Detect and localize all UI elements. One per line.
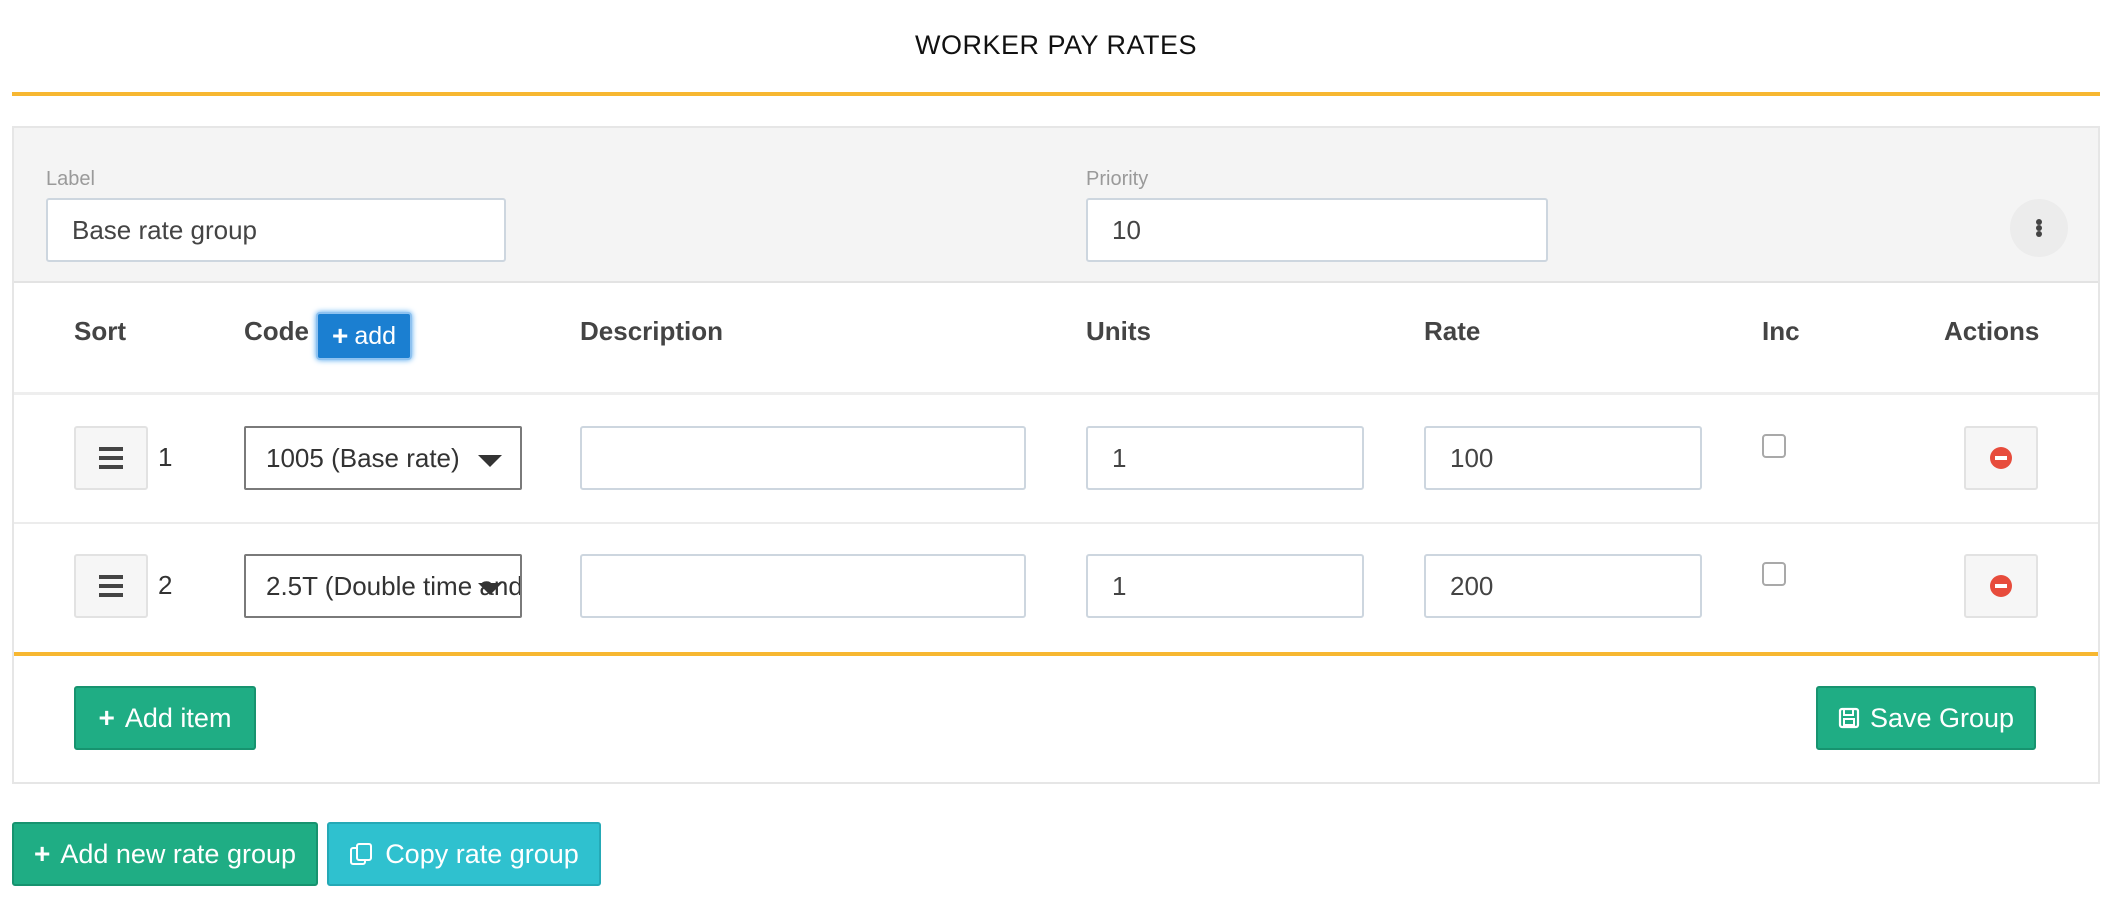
rate-group-panel: Label Priority Sort Code + add Descripti… <box>12 126 2100 784</box>
column-header-rate: Rate <box>1424 316 1481 346</box>
column-header-units: Units <box>1086 316 1151 346</box>
kebab-vertical-icon <box>2036 219 2042 237</box>
remove-row-button[interactable] <box>1964 554 2038 618</box>
add-code-label: add <box>354 321 397 350</box>
priority-input[interactable] <box>1086 198 1548 262</box>
items-footer-divider <box>14 652 2098 656</box>
add-item-label: Add item <box>124 702 232 733</box>
units-input[interactable] <box>1086 426 1364 490</box>
code-select[interactable]: 2.5T (Double time and a half) <box>244 554 522 618</box>
remove-row-button[interactable] <box>1964 426 2038 490</box>
rate-input[interactable] <box>1424 554 1702 618</box>
label-caption: Label <box>46 168 95 190</box>
code-select[interactable]: 1005 (Base rate) <box>244 426 522 490</box>
hamburger-icon <box>99 575 123 597</box>
column-header-sort: Sort <box>74 316 126 346</box>
row-sort-number: 1 <box>158 442 173 472</box>
description-input[interactable] <box>580 554 1026 618</box>
plus-icon: + <box>98 702 115 733</box>
row-sort-number: 2 <box>158 570 173 600</box>
inc-checkbox[interactable] <box>1762 562 1786 586</box>
row-divider <box>14 522 2098 524</box>
priority-caption: Priority <box>1086 168 1149 190</box>
copy-icon <box>350 843 373 865</box>
title-divider <box>12 92 2100 96</box>
row-drag-handle[interactable] <box>74 554 148 618</box>
add-code-button[interactable]: + add <box>316 312 412 360</box>
minus-circle-icon <box>1990 575 2012 597</box>
add-new-rate-group-button[interactable]: + Add new rate group <box>12 822 318 886</box>
header-divider <box>14 392 2098 395</box>
save-group-button[interactable]: Save Group <box>1816 686 2036 750</box>
rate-input[interactable] <box>1424 426 1702 490</box>
column-header-code: Code <box>244 316 309 346</box>
units-input[interactable] <box>1086 554 1364 618</box>
hamburger-icon <box>99 447 123 469</box>
add-new-rate-group-label: Add new rate group <box>60 838 297 869</box>
row-drag-handle[interactable] <box>74 426 148 490</box>
inc-checkbox[interactable] <box>1762 434 1786 458</box>
group-header: Label Priority <box>14 128 2098 283</box>
floppy-disk-icon <box>1838 707 1860 729</box>
save-group-label: Save Group <box>1869 702 2015 733</box>
plus-icon: + <box>33 838 51 869</box>
column-header-actions: Actions <box>1944 316 2040 346</box>
page-title: WORKER PAY RATES <box>914 30 1198 60</box>
add-item-button[interactable]: + Add item <box>74 686 256 750</box>
caret-down-icon <box>478 455 502 467</box>
copy-rate-group-label: Copy rate group <box>385 838 579 869</box>
column-header-description: Description <box>580 316 724 346</box>
description-input[interactable] <box>580 426 1026 490</box>
minus-circle-icon <box>1990 447 2012 469</box>
column-header-inc: Inc <box>1762 316 1800 346</box>
caret-down-icon <box>478 583 502 595</box>
label-input[interactable] <box>46 198 506 262</box>
plus-icon: + <box>331 320 349 351</box>
group-menu-button[interactable] <box>2010 199 2068 257</box>
code-select-value: 1005 (Base rate) <box>266 442 460 473</box>
copy-rate-group-button[interactable]: Copy rate group <box>327 822 601 886</box>
